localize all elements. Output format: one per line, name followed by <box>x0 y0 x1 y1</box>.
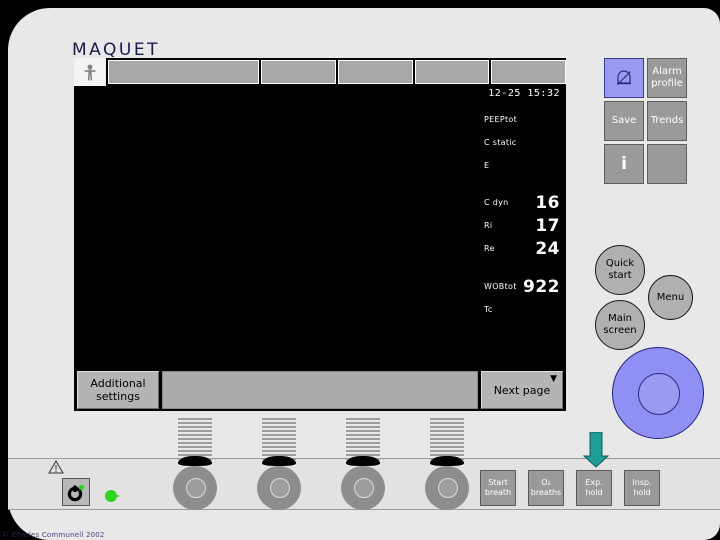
measurement-label: Re <box>484 244 495 253</box>
power-button-icon <box>67 484 84 502</box>
alarm-silence-button[interactable] <box>604 58 644 98</box>
insp-hold-button[interactable]: Insp. hold <box>624 470 660 506</box>
port-socket-inner <box>354 478 374 498</box>
bottom-bar-filler[interactable] <box>162 371 478 409</box>
port-socket[interactable] <box>341 466 385 510</box>
port-socket-inner <box>270 478 290 498</box>
quick-start-button[interactable]: Quick start <box>595 245 645 295</box>
blank-button[interactable] <box>647 144 687 184</box>
port-cap <box>262 456 296 466</box>
bottom-action-keys: Start breath O₂ breaths Exp. hold Insp. … <box>480 470 660 506</box>
measurement-row: WOBtot 922 <box>484 275 566 298</box>
rotary-dial-center[interactable] <box>638 373 680 415</box>
rotary-dial[interactable] <box>612 347 704 439</box>
port-socket[interactable] <box>425 466 469 510</box>
port-socket[interactable] <box>173 466 217 510</box>
info-button[interactable]: i <box>604 144 644 184</box>
save-button[interactable]: Save <box>604 101 644 141</box>
copyright-notice: © Charles Communell 2002 <box>2 531 105 539</box>
alarm-profile-button[interactable]: Alarm profile <box>647 58 687 98</box>
measurement-value: 922 <box>523 277 560 297</box>
menu-button[interactable]: Menu <box>648 275 693 320</box>
measurement-value: 24 <box>535 239 560 259</box>
additional-settings-button[interactable]: Additional settings <box>77 371 159 409</box>
trends-button[interactable]: Trends <box>647 101 687 141</box>
brand-logo: MAQUET <box>72 40 160 60</box>
measurement-label: Ri <box>484 221 493 230</box>
o2-breaths-button[interactable]: O₂ breaths <box>528 470 564 506</box>
screen-toolbar <box>74 58 567 86</box>
gas-connector-port[interactable] <box>172 418 218 510</box>
next-page-button[interactable]: ▼ Next page <box>481 371 563 409</box>
port-socket-inner <box>186 478 206 498</box>
port-cap <box>430 456 464 466</box>
measurement-row: C static <box>484 131 566 154</box>
toolbar-tab-3[interactable] <box>337 60 413 84</box>
measurement-row: PEEPtot <box>484 108 566 131</box>
lcd-screen: 12-25 15:32 PEEPtot C static E C dyn 16 … <box>74 58 567 411</box>
measurement-label: C static <box>484 138 517 147</box>
toolbar-tab-5[interactable] <box>491 60 567 84</box>
start-breath-button[interactable]: Start breath <box>480 470 516 506</box>
power-button[interactable] <box>62 478 90 506</box>
measurement-label: WOBtot <box>484 282 517 291</box>
measurement-row: Re 24 <box>484 237 566 260</box>
hardkey-row: Alarm profile <box>604 58 688 98</box>
main-screen-button[interactable]: Main screen <box>595 300 645 350</box>
ventilator-device: MAQUET 12-25 15:32 PEEPtot C static E C … <box>0 0 720 540</box>
warning-triangle-icon <box>48 460 64 474</box>
hardkey-panel: Alarm profile Save Trends i <box>604 58 688 187</box>
gas-connector-port[interactable] <box>340 418 386 510</box>
toolbar-tab-2[interactable] <box>261 60 336 84</box>
toolbar-tab-4[interactable] <box>414 60 490 84</box>
hardkey-row: i <box>604 144 688 184</box>
port-socket[interactable] <box>257 466 301 510</box>
measurement-row: E <box>484 154 566 177</box>
port-socket-inner <box>438 478 458 498</box>
measurement-value: 17 <box>535 216 560 236</box>
measurement-value: 16 <box>535 193 560 213</box>
measurement-label: PEEPtot <box>484 115 518 124</box>
measurement-label: Tc <box>484 305 493 314</box>
screen-bottom-bar: Additional settings ▼ Next page <box>74 369 566 411</box>
measurement-row: C dyn 16 <box>484 191 566 214</box>
gas-connector-port[interactable] <box>256 418 302 510</box>
port-cap <box>178 456 212 466</box>
chevron-down-icon: ▼ <box>550 374 557 384</box>
measurement-label: E <box>484 161 490 170</box>
patient-figure-icon[interactable] <box>74 58 106 86</box>
measurement-row: Tc <box>484 298 566 321</box>
measurement-row: Ri 17 <box>484 214 566 237</box>
gas-connector-port[interactable] <box>424 418 470 510</box>
measurement-panel: PEEPtot C static E C dyn 16 Ri 17 Re 24 <box>484 108 566 321</box>
toolbar-tab-1[interactable] <box>108 60 260 84</box>
port-cap <box>346 456 380 466</box>
measurement-label: C dyn <box>484 198 509 207</box>
green-status-led <box>105 490 119 502</box>
timestamp: 12-25 15:32 <box>488 88 560 99</box>
next-page-label: Next page <box>493 383 551 397</box>
arrow-down-icon <box>582 432 610 468</box>
hardkey-row: Save Trends <box>604 101 688 141</box>
exp-hold-button[interactable]: Exp. hold <box>576 470 612 506</box>
